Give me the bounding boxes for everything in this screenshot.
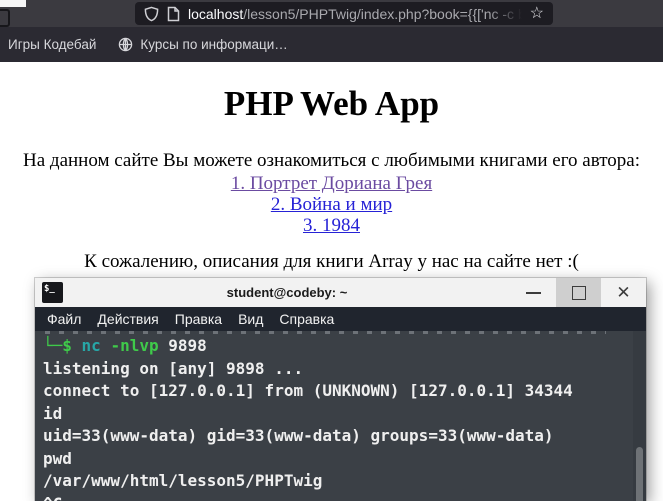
intro-text: На данном сайте Вы можете ознакомиться с…	[23, 150, 640, 171]
menu-edit[interactable]: Правка	[167, 311, 230, 327]
terminal-line: id	[43, 403, 63, 423]
bookmark-item-games[interactable]: Игры Кодебай	[8, 37, 96, 52]
shield-icon[interactable]	[144, 6, 159, 22]
url-bar[interactable]: localhost/lesson5/PHPTwig/index.php?book…	[135, 2, 553, 25]
menu-file[interactable]: Файл	[39, 311, 89, 327]
bookmarks-bar: Игры Кодебай Курсы по информаци…	[0, 27, 663, 62]
menu-view[interactable]: Вид	[230, 311, 271, 327]
url-domain: localhost	[188, 5, 244, 22]
terminal-menubar: Файл Действия Правка Вид Справка	[35, 307, 646, 331]
close-button[interactable]: ✕	[601, 278, 646, 307]
terminal-scrollbar[interactable]	[633, 331, 646, 501]
window-controls: ✕	[511, 278, 646, 307]
browser-toolbar: localhost/lesson5/PHPTwig/index.php?book…	[0, 0, 663, 27]
bookmark-label: Курсы по информаци…	[140, 37, 288, 52]
url-path: /lesson5/PHPTwig/index.php?book={{['nc -…	[243, 5, 521, 22]
book-link-1[interactable]: 1. Портрет Дориана Грея	[0, 173, 663, 194]
maximize-icon	[571, 285, 586, 300]
scrollbar-thumb[interactable]	[636, 447, 643, 501]
terminal-window: $_ student@codeby: ~ ✕ Файл Действия Пра…	[35, 278, 646, 501]
cut-off-extension-icon	[0, 9, 10, 27]
maximize-button[interactable]	[556, 278, 601, 307]
terminal-line: ^C	[43, 493, 630, 501]
terminal-output: └─$ nc -nlvp 9898 listening on [any] 9898…	[43, 335, 630, 501]
url-text[interactable]: localhost/lesson5/PHPTwig/index.php?book…	[188, 5, 522, 22]
window-corner-highlight	[0, 0, 26, 7]
bookmark-label: Игры Кодебай	[8, 37, 97, 52]
book-link-2[interactable]: 2. Война и мир	[0, 194, 663, 215]
minimize-icon	[526, 291, 541, 294]
terminal-line: /var/www/html/lesson5/PHPTwig	[43, 471, 323, 490]
terminal-body[interactable]: └─$ nc -nlvp 9898 listening on [any] 9898…	[35, 331, 646, 501]
close-icon: ✕	[616, 283, 631, 302]
page-info-icon[interactable]	[167, 6, 180, 22]
clipped-previous-line	[45, 331, 606, 334]
bookmark-star-icon[interactable]: ☆	[530, 5, 544, 22]
book-link-3[interactable]: 3. 1984	[0, 215, 663, 236]
screen: localhost/lesson5/PHPTwig/index.php?book…	[0, 0, 663, 501]
terminal-line: connect to [127.0.0.1] from (UNKNOWN) [1…	[43, 381, 573, 400]
url-fade-overlay	[487, 5, 522, 22]
terminal-line: uid=33(www-data) gid=33(www-data) groups…	[43, 426, 554, 445]
menu-help[interactable]: Справка	[271, 311, 342, 327]
terminal-title: student@codeby: ~	[226, 285, 348, 300]
no-description-message: К сожалению, описания для книги Array у …	[84, 251, 579, 272]
terminal-line: listening on [any] 9898 ...	[43, 358, 304, 378]
globe-icon	[119, 37, 133, 52]
minimize-button[interactable]	[511, 278, 556, 307]
terminal-titlebar[interactable]: $_ student@codeby: ~ ✕	[35, 278, 646, 307]
terminal-line: pwd	[43, 448, 72, 468]
terminal-app-icon: $_	[42, 282, 63, 303]
book-link-list: 1. Портрет Дориана Грея 2. Война и мир 3…	[0, 173, 663, 236]
bookmark-item-courses[interactable]: Курсы по информаци…	[118, 37, 288, 52]
terminal-line: └─$ nc -nlvp 9898	[43, 336, 207, 355]
page-title: PHP Web App	[223, 84, 440, 123]
menu-actions[interactable]: Действия	[89, 311, 166, 327]
